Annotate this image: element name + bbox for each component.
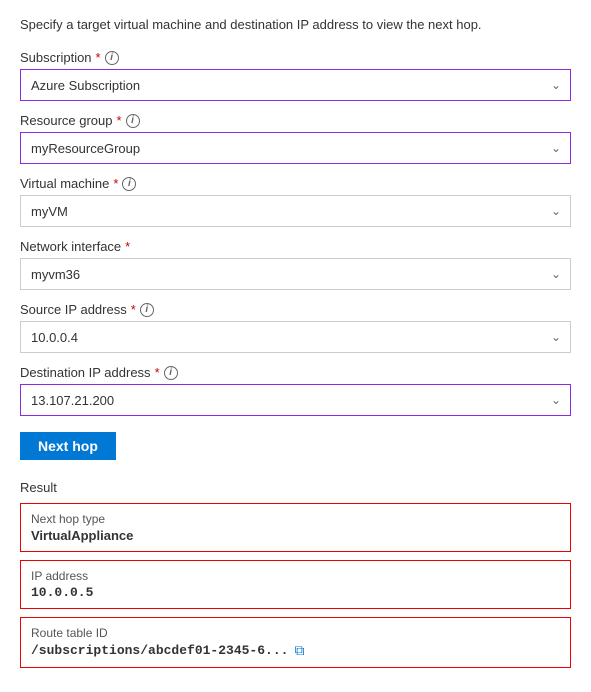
network-interface-select[interactable]: myvm36: [20, 258, 571, 290]
next-hop-type-label: Next hop type: [31, 512, 560, 526]
next-hop-type-value: VirtualAppliance: [31, 528, 560, 543]
source-ip-group: Source IP address * i 10.0.0.4 ⌄: [20, 302, 571, 353]
virtual-machine-group: Virtual machine * i myVM ⌄: [20, 176, 571, 227]
virtual-machine-label: Virtual machine * i: [20, 176, 571, 191]
resource-group-group: Resource group * i myResourceGroup ⌄: [20, 113, 571, 164]
destination-ip-group: Destination IP address * i 13.107.21.200…: [20, 365, 571, 416]
ip-address-card: IP address 10.0.0.5: [20, 560, 571, 609]
source-ip-required: *: [131, 302, 136, 317]
next-hop-button[interactable]: Next hop: [20, 432, 116, 460]
subscription-select[interactable]: Azure Subscription: [20, 69, 571, 101]
subscription-label: Subscription * i: [20, 50, 571, 65]
resource-group-label: Resource group * i: [20, 113, 571, 128]
subscription-select-wrapper: Azure Subscription ⌄: [20, 69, 571, 101]
result-section: Result Next hop type VirtualAppliance IP…: [20, 480, 571, 668]
resource-group-select[interactable]: myResourceGroup: [20, 132, 571, 164]
source-ip-label: Source IP address * i: [20, 302, 571, 317]
virtual-machine-info-icon[interactable]: i: [122, 177, 136, 191]
route-table-value: /subscriptions/abcdef01-2345-6...: [31, 643, 288, 658]
destination-ip-select-wrapper: 13.107.21.200 ⌄: [20, 384, 571, 416]
virtual-machine-select[interactable]: myVM: [20, 195, 571, 227]
resource-group-select-wrapper: myResourceGroup ⌄: [20, 132, 571, 164]
next-hop-type-card: Next hop type VirtualAppliance: [20, 503, 571, 552]
network-interface-select-wrapper: myvm36 ⌄: [20, 258, 571, 290]
ip-address-label: IP address: [31, 569, 560, 583]
route-table-row: /subscriptions/abcdef01-2345-6... ⧉: [31, 642, 560, 659]
subscription-required: *: [96, 50, 101, 65]
virtual-machine-select-wrapper: myVM ⌄: [20, 195, 571, 227]
destination-ip-required: *: [155, 365, 160, 380]
resource-group-required: *: [117, 113, 122, 128]
subscription-info-icon[interactable]: i: [105, 51, 119, 65]
route-table-label: Route table ID: [31, 626, 560, 640]
virtual-machine-required: *: [113, 176, 118, 191]
network-interface-group: Network interface * myvm36 ⌄: [20, 239, 571, 290]
network-interface-label: Network interface *: [20, 239, 571, 254]
source-ip-info-icon[interactable]: i: [140, 303, 154, 317]
network-interface-required: *: [125, 239, 130, 254]
source-ip-select[interactable]: 10.0.0.4: [20, 321, 571, 353]
destination-ip-label: Destination IP address * i: [20, 365, 571, 380]
subscription-group: Subscription * i Azure Subscription ⌄: [20, 50, 571, 101]
source-ip-select-wrapper: 10.0.0.4 ⌄: [20, 321, 571, 353]
copy-icon[interactable]: ⧉: [294, 642, 304, 659]
route-table-card: Route table ID /subscriptions/abcdef01-2…: [20, 617, 571, 668]
result-title: Result: [20, 480, 571, 495]
resource-group-info-icon[interactable]: i: [126, 114, 140, 128]
page-description: Specify a target virtual machine and des…: [20, 16, 571, 34]
ip-address-value: 10.0.0.5: [31, 585, 560, 600]
destination-ip-info-icon[interactable]: i: [164, 366, 178, 380]
destination-ip-select[interactable]: 13.107.21.200: [20, 384, 571, 416]
